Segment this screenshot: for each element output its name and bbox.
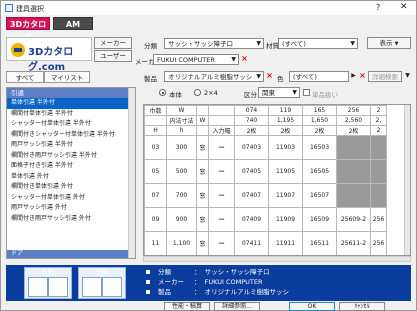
clear-iro-icon[interactable]: × (358, 71, 367, 81)
maker-select[interactable]: FUKUI COMPUTER ▼ (153, 54, 239, 65)
window-icon (5, 4, 13, 12)
seihin-select[interactable]: オリジナルアルミ樹脂サッシ ▼ (164, 71, 264, 82)
radio-2x4[interactable] (194, 89, 201, 96)
size-grid: 巾数 W 074 119 165 256 2 内法寸法 W 740 1,195 … (143, 104, 411, 256)
chevron-down-icon: ▼ (256, 73, 261, 80)
bunrui-select[interactable]: サッシ・サッシ障子口 ▼ (164, 38, 264, 49)
display-button[interactable]: 表示 ▼ (367, 37, 411, 49)
list-item[interactable]: 単体引違 半外付 (7, 98, 135, 109)
user-button[interactable]: ユーザー (94, 50, 132, 62)
radio-hontai[interactable] (159, 89, 166, 96)
chevron-down-icon: ▼ (231, 56, 236, 63)
iro-label: 色 (277, 75, 284, 83)
exterior-preview: 外観 (24, 267, 72, 299)
detail-search-button[interactable]: 詳細検索 (368, 71, 402, 82)
table-row: 11 1,100 窓 — 07411 11911 16511 25611-2 256 (144, 231, 387, 255)
chevron-down-icon[interactable]: ▼ (403, 71, 412, 81)
ok-button[interactable]: OK (289, 302, 335, 311)
chevron-down-icon: ▼ (350, 40, 355, 47)
list-item[interactable]: 雨戸サッシ引違 半外付 (7, 140, 135, 151)
chevron-down-icon: ▼ (292, 89, 297, 96)
radio-2x4-label: 2×4 (204, 89, 218, 97)
list-item[interactable]: 単体引違 外付 (7, 172, 135, 183)
grid-hscrollbar[interactable] (143, 256, 411, 262)
close-button[interactable]: ✕ (400, 2, 408, 12)
iro-select[interactable]: (すべて) (289, 71, 349, 82)
help-button[interactable]: ? (376, 3, 380, 12)
performance-button[interactable]: 性能・積算 (164, 302, 210, 311)
tab-all[interactable]: すべて (6, 71, 44, 83)
radio-hontai-label: 本体 (169, 91, 182, 99)
catalog-logo: 3Dカタログ.com (6, 37, 92, 73)
list-item[interactable]: 欄間付き雨戸サッシ引違 外付 (7, 214, 135, 225)
clear-seihin-icon[interactable]: × (265, 71, 274, 81)
clear-maker-icon[interactable]: × (240, 54, 249, 64)
kubun-label: 区分 (244, 91, 257, 99)
detail-view-button[interactable]: 詳細参照... (214, 302, 260, 311)
interior-preview: 内観 (78, 267, 126, 299)
list-item[interactable]: 欄間付単体引違 半外付 (7, 109, 135, 120)
list-item[interactable]: シャッター付単体引違 外付 (7, 193, 135, 204)
table-row: 03 300 窓 — 07403 11903 16503 (144, 135, 387, 160)
product-info: 分類： サッシ・サッシ障子口 メーカー： FUKUI COMPUTER 製品： … (146, 267, 289, 297)
zaishitsu-select[interactable]: (すべて) ▼ (278, 38, 358, 49)
tab-mylist[interactable]: マイリスト (44, 71, 90, 83)
single-checkbox[interactable] (303, 89, 310, 96)
chevron-down-icon: ▼ (394, 41, 399, 47)
single-label: 単品扱い (312, 91, 338, 99)
window-title: 建具選択 (16, 5, 44, 13)
list-group-footer[interactable]: ドア (7, 250, 129, 258)
list-item[interactable]: 雨戸サッシ引違 外付 (7, 203, 135, 214)
table-row: 07 700 窓 — 07407 11907 16507 (144, 183, 387, 208)
catalog-logo-icon (11, 43, 25, 57)
grid-vscrollbar[interactable] (404, 105, 410, 255)
preview-panel: 外観 内観 分類： サッシ・サッシ障子口 メーカー： FUKUI COMPUTE… (6, 265, 411, 301)
tab-3dcatalog[interactable]: 3Dカタログ (6, 17, 50, 42)
maker-button[interactable]: メーカー (94, 37, 132, 49)
cancel-button[interactable]: ｷｬﾝｾﾙ (339, 302, 385, 311)
dialog-window: 建具選択 ? ✕ 3Dカタログ AM 3Dカタログ.com メーカー ユーザー … (0, 0, 417, 311)
list-scrollbar[interactable] (128, 88, 135, 258)
bunrui-label: 分類 (144, 42, 157, 50)
chevron-down-icon: ▼ (256, 40, 261, 47)
play-icon[interactable]: ▶ (349, 71, 358, 81)
table-row: 09 900 窓 — 07409 11909 16509 25609-2 256 (144, 207, 387, 232)
table-row: 05 500 窓 — 07405 11905 16505 (144, 159, 387, 184)
kubun-select[interactable]: 関東 ▼ (258, 87, 300, 98)
list-item[interactable]: 欄間付き単体引違 外付 (7, 182, 135, 193)
title-bar: 建具選択 ? ✕ (1, 1, 416, 15)
list-item[interactable]: 面格子付き引違 半外付 (7, 161, 135, 172)
category-list: 引違 単体引違 半外付 欄間付単体引違 半外付 シャッター付単体引違 半外付 欄… (6, 87, 136, 259)
tab-am[interactable]: AM (53, 17, 93, 30)
list-item[interactable]: シャッター付単体引違 半外付 (7, 119, 135, 130)
seihin-label: 製品 (144, 75, 157, 83)
list-group-header[interactable]: 引違 (7, 88, 135, 98)
list-item[interactable]: 欄間付き雨戸サッシ引違 半外付 (7, 151, 135, 162)
list-item[interactable]: 欄間付きシャッター付単体引違 半外付 (7, 130, 135, 141)
